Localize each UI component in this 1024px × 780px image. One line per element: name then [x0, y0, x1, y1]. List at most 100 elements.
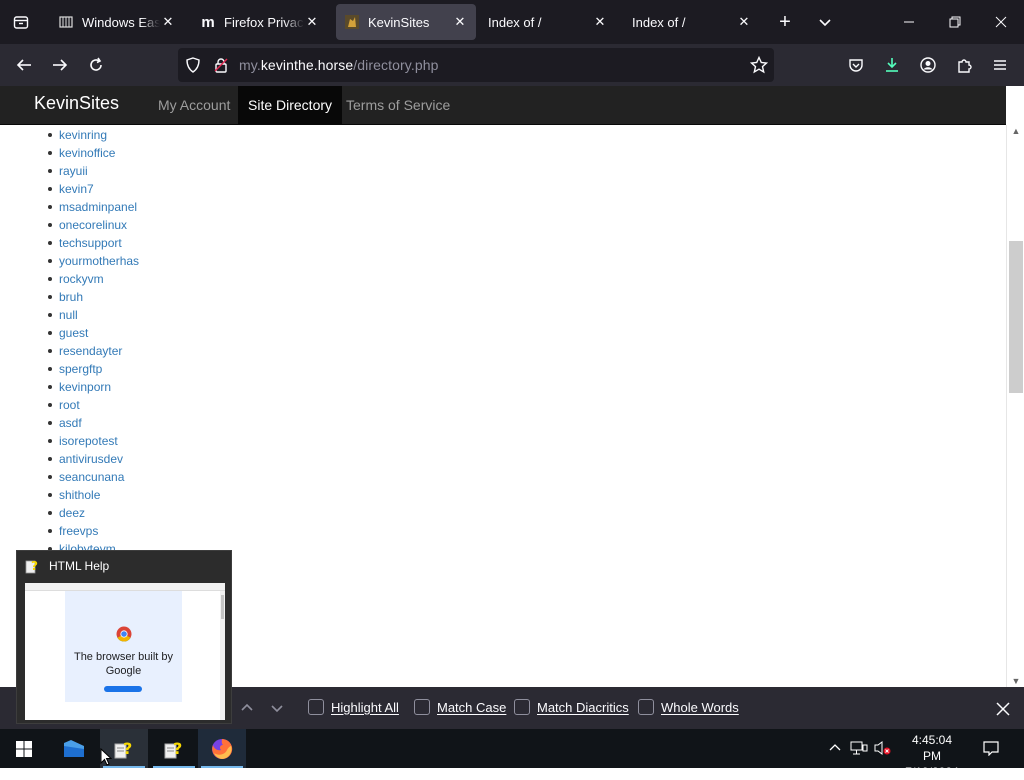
html-help-icon: ? [114, 739, 132, 758]
directory-site-link[interactable]: deez [59, 506, 85, 520]
close-window-button[interactable] [978, 0, 1024, 44]
nav-my-account[interactable]: My Account [148, 86, 240, 124]
list-all-tabs-button[interactable] [811, 8, 839, 36]
close-tab-icon[interactable]: ✕ [736, 14, 752, 30]
scroll-down-icon[interactable]: ▼ [1007, 675, 1024, 687]
tracking-protection-button[interactable] [184, 56, 202, 74]
find-previous-button[interactable] [238, 699, 256, 717]
directory-site-link[interactable]: kevinoffice [59, 146, 115, 160]
directory-site-link[interactable]: resendayter [59, 344, 122, 358]
tab-title: Firefox Privacy N [224, 14, 304, 30]
directory-list-item: kevin7 [47, 180, 139, 198]
checkbox-box[interactable] [514, 699, 530, 715]
checkbox-box[interactable] [638, 699, 654, 715]
url-text[interactable]: my.kevinthe.horse/directory.php [239, 57, 438, 73]
directory-site-link[interactable]: yourmotherhas [59, 254, 139, 268]
find-next-button[interactable] [268, 699, 286, 717]
forward-button[interactable] [45, 50, 75, 80]
close-tab-icon[interactable]: ✕ [304, 14, 320, 30]
taskbar-app-explorer[interactable] [50, 729, 98, 768]
match-diacritics-checkbox[interactable]: Match Diacritics [514, 699, 629, 715]
site-directory-list: kevinring kevinoffice rayuii kevin7 msadminp… [47, 126, 139, 558]
network-tray-button[interactable] [850, 739, 868, 757]
reload-button[interactable] [81, 50, 111, 80]
whole-words-checkbox[interactable]: Whole Words [638, 699, 739, 715]
site-info-button[interactable] [212, 56, 230, 74]
system-clock[interactable]: 4:45:04 PM 7/19/2024 [902, 732, 962, 780]
action-center-button[interactable] [982, 739, 1000, 757]
folder-app-icon [64, 739, 84, 757]
nav-site-directory[interactable]: Site Directory [238, 86, 343, 124]
directory-site-link[interactable]: bruh [59, 290, 83, 304]
directory-list-item: techsupport [47, 234, 139, 252]
directory-site-link[interactable]: kevinporn [59, 380, 111, 394]
menu-button[interactable] [985, 50, 1015, 80]
download-icon [886, 58, 898, 72]
tab-index-of-2[interactable]: Index of / ✕ [624, 4, 760, 40]
nav-terms-of-service[interactable]: Terms of Service [336, 86, 460, 124]
clock-time: 4:45:04 PM [911, 733, 953, 763]
directory-site-link[interactable]: guest [59, 326, 88, 340]
directory-site-link[interactable]: kevinring [59, 128, 107, 142]
directory-site-link[interactable]: isorepotest [59, 434, 118, 448]
page-scrollbar[interactable]: ▲ ▼ [1006, 125, 1024, 687]
tab-firefox-privacy[interactable]: m Firefox Privacy N ✕ [192, 4, 328, 40]
taskbar-window-preview[interactable]: ? HTML Help The browser built by Google [16, 550, 232, 724]
tab-windows-easy-transfer[interactable]: Windows Easy T ✕ [50, 4, 184, 40]
downloads-button[interactable] [877, 50, 907, 80]
directory-site-link[interactable]: techsupport [59, 236, 122, 250]
directory-site-link[interactable]: kevin7 [59, 182, 94, 196]
back-button[interactable] [9, 50, 39, 80]
scroll-up-icon[interactable]: ▲ [1007, 125, 1024, 137]
site-brand[interactable]: KevinSites [34, 93, 119, 114]
directory-site-link[interactable]: asdf [59, 416, 82, 430]
tab-kevinsites[interactable]: KevinSites ✕ [336, 4, 476, 40]
scrollbar-thumb[interactable] [1009, 241, 1023, 393]
taskbar-app-html-help-2[interactable]: ? [150, 729, 198, 768]
show-hidden-icons-button[interactable] [826, 739, 844, 757]
close-tab-icon[interactable]: ✕ [592, 14, 608, 30]
account-button[interactable] [913, 50, 943, 80]
chrome-download-button [104, 686, 142, 692]
pocket-button[interactable] [841, 50, 871, 80]
checkbox-box[interactable] [414, 699, 430, 715]
highlight-all-checkbox[interactable]: Highlight All [308, 699, 399, 715]
match-case-checkbox[interactable]: Match Case [414, 699, 506, 715]
close-tab-icon[interactable]: ✕ [160, 14, 176, 30]
directory-list-item: freevps [47, 522, 139, 540]
chevron-down-icon [819, 19, 831, 27]
bookmark-star-button[interactable] [750, 56, 768, 74]
directory-site-link[interactable]: msadminpanel [59, 200, 137, 214]
thumbnail-scrollbar [220, 591, 225, 720]
directory-site-link[interactable]: shithole [59, 488, 100, 502]
tab-title: Windows Easy T [82, 14, 160, 30]
directory-site-link[interactable]: rockyvm [59, 272, 104, 286]
start-button[interactable] [0, 729, 48, 768]
preview-title: HTML Help [49, 559, 110, 573]
directory-site-link[interactable]: onecorelinux [59, 218, 127, 232]
directory-site-link[interactable]: freevps [59, 524, 98, 538]
directory-site-link[interactable]: rayuii [59, 164, 88, 178]
close-tab-icon[interactable]: ✕ [452, 14, 468, 30]
directory-list-item: resendayter [47, 342, 139, 360]
directory-site-link[interactable]: seancunana [59, 470, 124, 484]
directory-list-item: guest [47, 324, 139, 342]
directory-site-link[interactable]: null [59, 308, 78, 322]
thumbnail-toolbar [25, 583, 225, 591]
tab-index-of-1[interactable]: Index of / ✕ [480, 4, 616, 40]
restore-button[interactable] [932, 0, 978, 44]
firefox-view-button[interactable] [0, 0, 42, 44]
extensions-button[interactable] [949, 50, 979, 80]
html-help-icon: ? [164, 739, 182, 758]
directory-site-link[interactable]: spergftp [59, 362, 102, 376]
directory-site-link[interactable]: root [59, 398, 80, 412]
volume-tray-button[interactable] [874, 739, 892, 757]
checkbox-box[interactable] [308, 699, 324, 715]
new-tab-button[interactable]: + [771, 8, 799, 36]
close-find-bar-button[interactable] [992, 698, 1014, 720]
chrome-promo-text: The browser built by Google [73, 651, 174, 677]
minimize-button[interactable] [886, 0, 932, 44]
url-bar[interactable]: my.kevinthe.horse/directory.php [178, 48, 774, 82]
directory-site-link[interactable]: antivirusdev [59, 452, 123, 466]
taskbar-app-firefox[interactable] [198, 729, 246, 768]
